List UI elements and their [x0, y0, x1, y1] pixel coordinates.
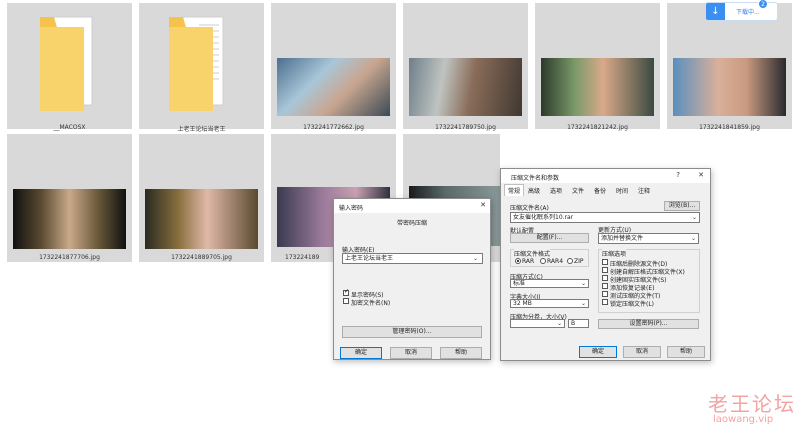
format-zip-radio[interactable]	[567, 258, 573, 264]
close-icon[interactable]: ✕	[480, 201, 486, 209]
dialog-title: 压缩文件名和参数	[511, 175, 560, 182]
tab-backup[interactable]: 备份	[594, 186, 606, 195]
file-name: 1732241889705.jpg	[171, 254, 232, 261]
image-thumbnail	[673, 58, 786, 116]
chevron-down-icon[interactable]: ⌄	[692, 214, 708, 221]
method-select[interactable]: 标准	[510, 279, 589, 288]
encrypt-names-label: 加密文件名(N)	[351, 300, 391, 307]
chevron-down-icon[interactable]: ⌄	[691, 235, 708, 242]
tab-options[interactable]: 选项	[550, 186, 562, 195]
image-thumbnail	[541, 58, 654, 116]
option-label: 锁定压缩文件(L)	[610, 301, 655, 308]
password-dialog: 输入密码 ✕ 带密码压缩 输入密码(E) 上老王论坛当老王 ⌄ 显示密码(S) …	[333, 198, 491, 360]
folder-icon	[40, 16, 93, 111]
folder-icon	[169, 16, 224, 111]
profile-button[interactable]: 配置(F)...	[510, 233, 589, 243]
tab-time[interactable]: 时间	[616, 186, 628, 195]
option-checkbox[interactable]	[602, 275, 608, 281]
image-thumbnail	[277, 58, 390, 116]
chevron-down-icon[interactable]: ⌄	[473, 255, 488, 262]
file-name: 1732241789750.jpg	[435, 124, 496, 131]
options-label: 压缩选项	[602, 249, 627, 258]
set-password-button[interactable]: 设置密码(P)...	[598, 319, 699, 329]
format-label: 压缩文件格式	[514, 249, 551, 258]
ok-button[interactable]: 确定	[340, 347, 382, 359]
file-tile-image-4[interactable]: 1732241841859.jpg	[667, 3, 792, 131]
download-arrow-icon: ↓	[706, 3, 725, 20]
dict-select[interactable]: 32 MB	[510, 299, 589, 308]
archive-name-input[interactable]: 女友催化眠系列10.rar	[510, 212, 700, 223]
encrypt-names-checkbox[interactable]	[343, 298, 349, 304]
tab-advanced[interactable]: 高级	[528, 186, 540, 195]
archive-name-label: 压缩文件名(A)	[510, 205, 549, 212]
tab-files[interactable]: 文件	[572, 186, 584, 195]
file-tile-image-2[interactable]: 1732241789750.jpg	[403, 3, 528, 131]
ok-button[interactable]: 确定	[579, 346, 617, 358]
tab-general[interactable]: 常规	[504, 184, 525, 196]
dialog-header: 带密码压缩	[396, 220, 427, 227]
watermark-url: laowang.vip	[713, 414, 774, 425]
update-mode-select[interactable]: 添加并替换文件	[598, 233, 699, 244]
watermark-logo-text: 老王论坛	[708, 392, 796, 416]
format-rar-label: RAR	[522, 258, 535, 265]
option-checkbox[interactable]	[602, 283, 608, 289]
file-name: 1732241772662.jpg	[303, 124, 364, 131]
dialog-titlebar: 输入密码 ✕	[334, 199, 490, 213]
close-icon[interactable]: ✕	[698, 171, 704, 179]
format-group: 压缩文件格式 RAR RAR4 ZIP	[510, 249, 589, 267]
browse-button[interactable]: 浏览(B)...	[664, 201, 700, 211]
options-group: 压缩选项 压缩后删除源文件(D) 创建自解压格式压缩文件(X) 创建固实压缩文件…	[598, 249, 700, 313]
file-name: __MACOSX	[53, 124, 86, 131]
dialog-titlebar: 压缩文件名和参数 ? ✕	[501, 169, 710, 183]
help-icon[interactable]: ?	[676, 171, 680, 179]
password-input[interactable]: 上老王论坛当老王	[342, 253, 483, 264]
file-tile-folder-2[interactable]: 上老王论坛当老王	[139, 3, 264, 133]
archive-dialog: 压缩文件名和参数 ? ✕ 常规 高级 选项 文件 备份 时间 注释 压缩文件名(…	[500, 168, 711, 361]
image-thumbnail	[409, 58, 522, 116]
file-tile-image-6[interactable]: 1732241889705.jpg	[139, 134, 264, 262]
file-name: 1732241821242.jpg	[567, 124, 628, 131]
file-tile-image-5[interactable]: 1732241877706.jpg	[7, 134, 132, 262]
cancel-button[interactable]: 取消	[390, 347, 432, 359]
file-name: 1732241877706.jpg	[39, 254, 100, 261]
help-button[interactable]: 帮助	[667, 346, 705, 358]
file-tile-image-3[interactable]: 1732241821242.jpg	[535, 3, 660, 131]
help-button[interactable]: 帮助	[440, 347, 482, 359]
option-checkbox[interactable]	[602, 291, 608, 297]
file-tile-macosx[interactable]: __MACOSX	[7, 3, 132, 131]
option-checkbox[interactable]	[602, 259, 608, 265]
file-name: 上老王论坛当老王	[177, 126, 226, 133]
file-tile-image-1[interactable]: 1732241772662.jpg	[271, 3, 396, 131]
format-rar4-label: RAR4	[547, 258, 564, 265]
download-status: 下载中...	[736, 9, 760, 16]
format-rar-radio[interactable]	[515, 258, 521, 264]
cancel-button[interactable]: 取消	[623, 346, 661, 358]
image-thumbnail	[13, 189, 126, 249]
format-zip-label: ZIP	[574, 258, 584, 265]
split-unit-select[interactable]: B	[568, 319, 589, 328]
tab-comment[interactable]: 注释	[638, 186, 650, 195]
file-name: 1732241841859.jpg	[699, 124, 760, 131]
option-checkbox[interactable]	[602, 299, 608, 305]
dialog-title: 输入密码	[339, 205, 364, 212]
option-checkbox[interactable]	[602, 267, 608, 273]
format-rar4-radio[interactable]	[540, 258, 546, 264]
image-thumbnail	[145, 189, 258, 249]
manage-passwords-button[interactable]: 管理密码(O)...	[342, 326, 482, 338]
show-password-checkbox[interactable]	[343, 288, 349, 296]
